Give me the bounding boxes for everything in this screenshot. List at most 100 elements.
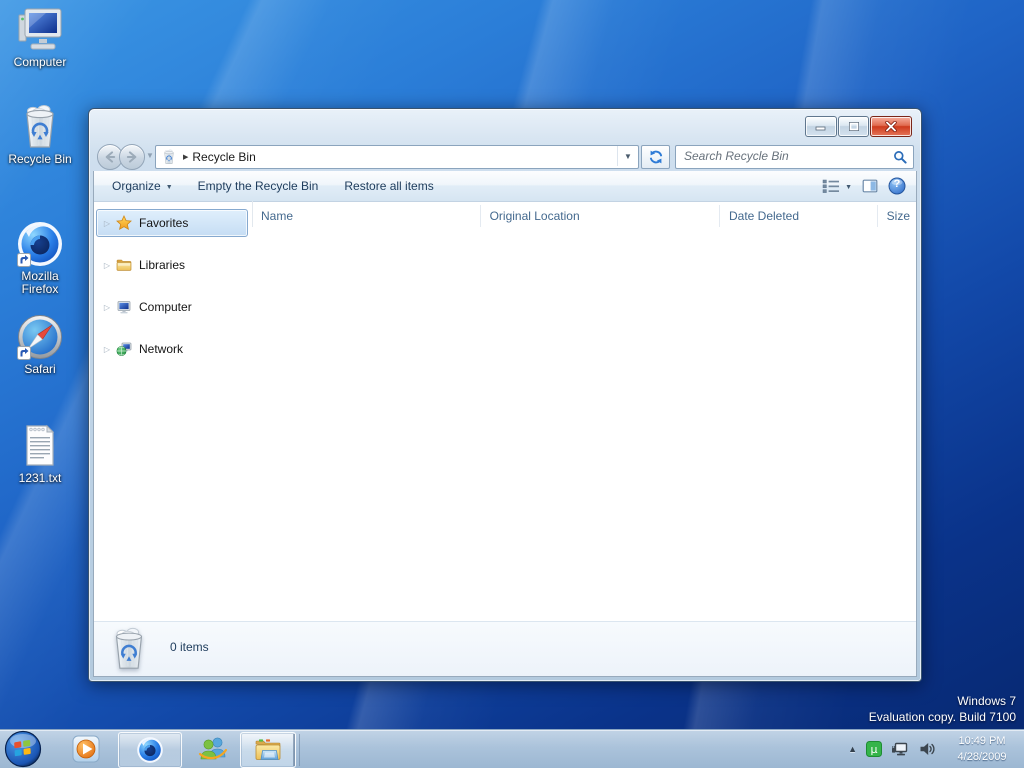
- title-bar[interactable]: [89, 109, 921, 141]
- organize-label: Organize: [112, 179, 161, 193]
- restore-all-items-label: Restore all items: [344, 179, 433, 193]
- details-pane: 0 items: [94, 621, 916, 676]
- desktop: µ: [0, 0, 1024, 768]
- minimize-button[interactable]: [805, 116, 837, 137]
- help-question-mark: ?: [888, 178, 906, 190]
- maximize-icon: [848, 121, 860, 132]
- taskbar-media-player-button[interactable]: [72, 735, 100, 763]
- help-button[interactable]: ?: [888, 177, 906, 195]
- column-header-date-deleted[interactable]: Date Deleted: [720, 205, 878, 227]
- windows-logo-icon: [4, 730, 42, 768]
- close-button[interactable]: [870, 116, 912, 137]
- sidebar-item-computer[interactable]: ▷ Computer: [96, 293, 248, 321]
- stacked-window-edge: [293, 734, 300, 766]
- preview-pane-button[interactable]: [862, 178, 878, 194]
- show-hidden-icons-button[interactable]: ▲: [848, 744, 857, 754]
- desktop-icon-computer[interactable]: Computer: [2, 6, 78, 69]
- forward-arrow-icon: [122, 147, 142, 167]
- navigation-pane: ▷ Favorites ▷ Libraries ▷ Computer ▷: [94, 201, 253, 622]
- shortcut-arrow-icon: [17, 346, 31, 360]
- column-header-size[interactable]: Size: [878, 205, 916, 227]
- desktop-icon-safari[interactable]: Safari: [2, 313, 78, 376]
- chevron-down-icon: ▼: [166, 182, 173, 191]
- empty-recycle-bin-button[interactable]: Empty the Recycle Bin: [189, 175, 328, 197]
- chevron-down-icon: ▼: [624, 152, 632, 161]
- back-arrow-icon: [100, 147, 120, 167]
- sidebar-item-libraries[interactable]: ▷ Libraries: [96, 251, 248, 279]
- network-icon: [115, 341, 133, 357]
- desktop-icon-label: Recycle Bin: [2, 153, 78, 166]
- organize-button[interactable]: Organize ▼: [103, 175, 182, 197]
- text-file-icon: [16, 422, 64, 470]
- taskbar-messenger-button[interactable]: [198, 734, 228, 764]
- minimize-icon: [815, 122, 827, 131]
- restore-all-items-button[interactable]: Restore all items: [335, 175, 442, 197]
- expander-icon[interactable]: ▷: [101, 345, 113, 354]
- desktop-icon-recycle-bin[interactable]: Recycle Bin: [2, 103, 78, 166]
- desktop-icon-label: Mozilla Firefox: [12, 270, 68, 296]
- items-count: 0 items: [170, 640, 209, 654]
- search-icon[interactable]: [893, 150, 907, 164]
- explorer-folder-icon: [253, 735, 283, 765]
- navigation-bar: ▼ ▶ Recycle Bin ▼: [89, 141, 921, 171]
- refresh-button[interactable]: [641, 145, 670, 169]
- refresh-icon: [648, 149, 664, 165]
- search-input[interactable]: [676, 146, 889, 166]
- media-player-icon: [72, 735, 100, 763]
- sidebar-item-network[interactable]: ▷ Network: [96, 335, 248, 363]
- column-header-name[interactable]: Name: [252, 205, 481, 227]
- clock-date: 4/28/2009: [946, 749, 1018, 765]
- expander-icon[interactable]: ▷: [101, 303, 113, 312]
- window-client-area: Organize ▼ Empty the Recycle Bin Restore…: [93, 171, 917, 677]
- taskbar-explorer-button[interactable]: [240, 732, 296, 768]
- location-recycle-bin-icon: [161, 149, 177, 165]
- address-bar[interactable]: ▶ Recycle Bin ▼: [155, 145, 639, 169]
- forward-button[interactable]: [119, 144, 145, 170]
- messenger-icon: [198, 734, 228, 764]
- explorer-window: ▼ ▶ Recycle Bin ▼ Organize ▼: [88, 108, 922, 682]
- taskbar: ▲ 10:49 PM 4/28/2009: [0, 729, 1024, 768]
- views-icon: [822, 179, 840, 193]
- sidebar-item-label: Libraries: [139, 258, 185, 272]
- maximize-button[interactable]: [838, 116, 869, 137]
- computer-icon: [16, 6, 64, 54]
- sidebar-item-label: Network: [139, 342, 183, 356]
- breadcrumb-arrow-icon[interactable]: ▶: [183, 153, 188, 161]
- recycle-bin-icon: [106, 626, 152, 672]
- column-header-original-location[interactable]: Original Location: [481, 205, 720, 227]
- desktop-icon-txt-file[interactable]: 1231.txt: [2, 422, 78, 485]
- computer-icon: [115, 299, 133, 315]
- taskbar-firefox-button[interactable]: [118, 732, 182, 768]
- utorrent-tray-icon[interactable]: [866, 741, 882, 757]
- firefox-icon: [16, 220, 64, 268]
- chevron-down-icon: ▼: [845, 182, 852, 191]
- recycle-bin-icon: [16, 103, 64, 151]
- breadcrumb[interactable]: Recycle Bin: [192, 150, 255, 164]
- system-tray: ▲: [848, 730, 936, 768]
- empty-recycle-bin-label: Empty the Recycle Bin: [198, 179, 319, 193]
- change-view-button[interactable]: ▼: [822, 179, 852, 193]
- desktop-icon-label: 1231.txt: [2, 472, 78, 485]
- expander-icon[interactable]: ▷: [101, 261, 113, 270]
- recent-pages-dropdown[interactable]: ▼: [146, 151, 154, 160]
- start-button[interactable]: [4, 730, 42, 768]
- safari-icon: [16, 313, 64, 361]
- star-icon: [115, 215, 133, 231]
- firefox-icon: [136, 736, 164, 764]
- libraries-folder-icon: [115, 257, 133, 273]
- watermark-line2: Evaluation copy. Build 7100: [869, 709, 1016, 725]
- watermark-line1: Windows 7: [869, 693, 1016, 709]
- address-dropdown-button[interactable]: ▼: [617, 146, 638, 166]
- expander-icon[interactable]: ▷: [101, 219, 113, 228]
- file-list-empty[interactable]: [252, 227, 916, 622]
- search-box: [675, 145, 914, 169]
- desktop-icon-label: Safari: [2, 363, 78, 376]
- desktop-icon-label: Computer: [2, 56, 78, 69]
- evaluation-watermark: Windows 7 Evaluation copy. Build 7100: [869, 693, 1016, 725]
- taskbar-clock[interactable]: 10:49 PM 4/28/2009: [946, 733, 1018, 765]
- network-tray-icon[interactable]: [891, 740, 909, 758]
- desktop-icon-firefox[interactable]: Mozilla Firefox: [2, 220, 78, 296]
- sidebar-item-favorites[interactable]: ▷ Favorites: [96, 209, 248, 237]
- command-toolbar: Organize ▼ Empty the Recycle Bin Restore…: [94, 171, 916, 202]
- volume-tray-icon[interactable]: [918, 740, 936, 758]
